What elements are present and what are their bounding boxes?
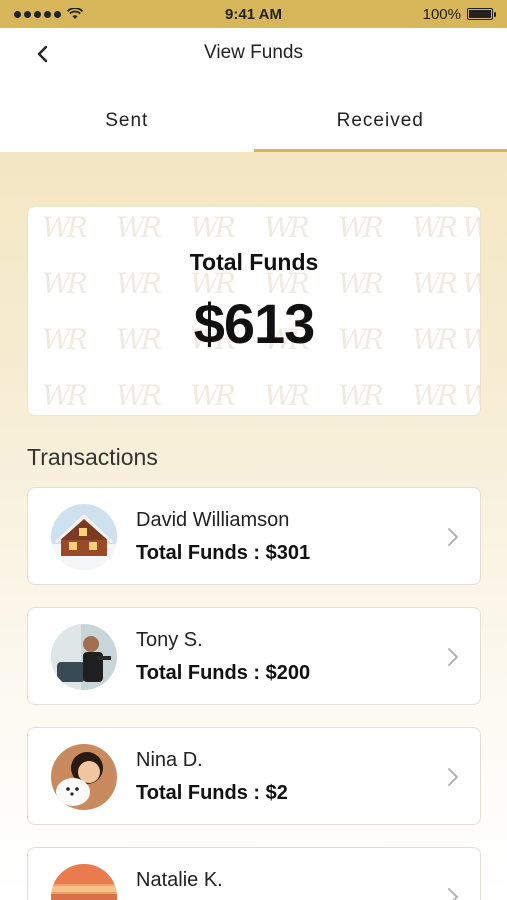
watermark-mark: WR bbox=[190, 211, 236, 244]
chevron-right-icon bbox=[448, 768, 459, 786]
transaction-item-natalie-k[interactable]: Natalie K. bbox=[27, 847, 481, 900]
status-bar: 9:41 AM 100% bbox=[0, 0, 507, 28]
watermark-mark: WR bbox=[190, 379, 236, 412]
watermark-mark: WR bbox=[338, 211, 384, 244]
navigation-bar: View Funds bbox=[0, 28, 507, 80]
watermark-mark: WR bbox=[116, 211, 162, 244]
avatar bbox=[51, 624, 117, 690]
status-left bbox=[14, 8, 83, 20]
watermark-mark: WR bbox=[412, 211, 458, 244]
chevron-right-icon bbox=[448, 648, 459, 666]
transactions-heading: Transactions bbox=[27, 444, 158, 470]
transaction-item-david-williamson[interactable]: David Williamson Total Funds : $301 bbox=[27, 487, 481, 585]
avatar bbox=[51, 744, 117, 810]
transaction-total: Total Funds : $301 bbox=[136, 542, 311, 564]
watermark-mark: WR bbox=[412, 379, 458, 412]
watermark-mark: WR bbox=[462, 211, 480, 244]
transaction-name: Nina D. bbox=[136, 749, 203, 771]
watermark-mark: WR bbox=[42, 379, 88, 412]
tab-received[interactable]: Received bbox=[253, 90, 507, 152]
watermark-mark: WR bbox=[42, 211, 88, 244]
watermark-mark: WR bbox=[462, 379, 480, 412]
watermark-mark: WR bbox=[264, 211, 310, 244]
chevron-right-icon bbox=[448, 888, 459, 900]
transaction-name: Natalie K. bbox=[136, 869, 223, 891]
watermark-mark: WR bbox=[116, 379, 162, 412]
status-right: 100% bbox=[422, 5, 496, 23]
battery-percent: 100% bbox=[422, 5, 461, 23]
watermark-mark: WR bbox=[264, 379, 310, 412]
transaction-item-nina-d[interactable]: Nina D. Total Funds : $2 bbox=[27, 727, 481, 825]
tab-sent[interactable]: Sent bbox=[0, 90, 254, 152]
page-title: View Funds bbox=[204, 42, 303, 63]
total-funds-label: Total Funds bbox=[189, 249, 319, 275]
total-funds-amount: $613 bbox=[193, 292, 316, 355]
signal-strength-icon bbox=[14, 10, 61, 18]
wifi-icon bbox=[67, 8, 83, 19]
avatar bbox=[51, 504, 117, 570]
total-funds-card: WR WR WR WR WR WR WR WR WR WR WR WR WR WR WR WR WR WR WR WR… bbox=[27, 206, 481, 416]
transaction-total: Total Funds : $2 bbox=[136, 782, 288, 804]
avatar bbox=[51, 864, 117, 900]
transaction-item-tony-s[interactable]: Tony S. Total Funds : $200 bbox=[27, 607, 481, 705]
watermark-mark: WR bbox=[338, 379, 384, 412]
transaction-name: David Williamson bbox=[136, 509, 290, 531]
transaction-total: Total Funds : $200 bbox=[136, 662, 311, 684]
transaction-name: Tony S. bbox=[136, 629, 203, 651]
chevron-right-icon bbox=[448, 528, 459, 546]
battery-icon bbox=[467, 8, 496, 20]
tab-bar: Sent Received bbox=[0, 90, 507, 152]
